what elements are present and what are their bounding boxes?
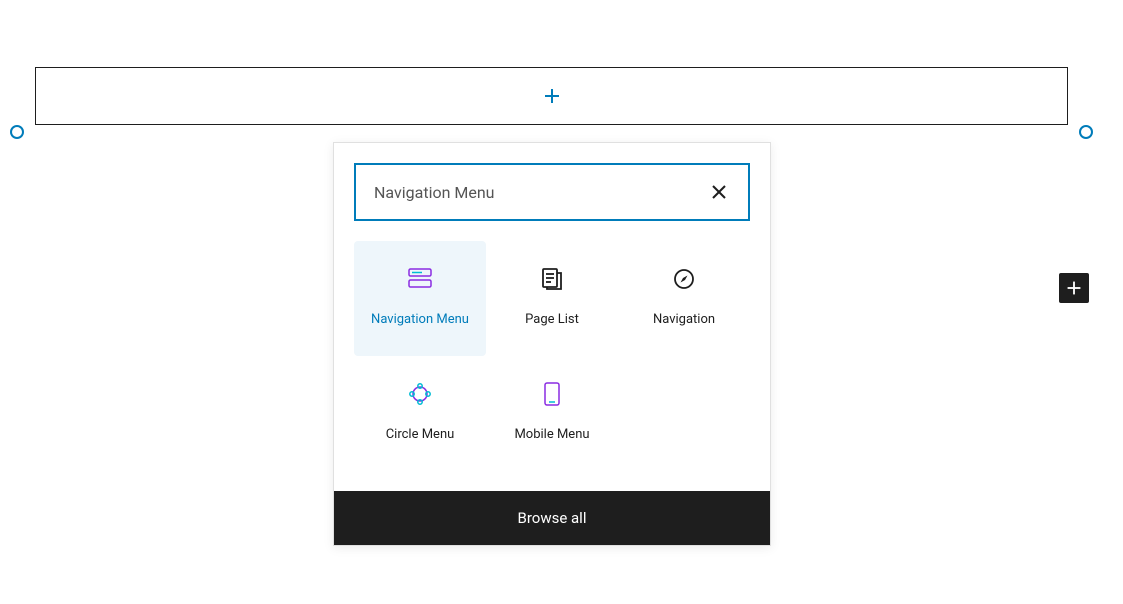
block-inserter-popover: Navigation Menu Page List bbox=[333, 142, 771, 546]
block-item-label: Circle Menu bbox=[386, 426, 455, 444]
nav-menu-icon bbox=[408, 267, 432, 291]
block-item-navigation[interactable]: Navigation bbox=[618, 241, 750, 356]
block-item-page-list[interactable]: Page List bbox=[486, 241, 618, 356]
search-box bbox=[354, 163, 750, 221]
block-item-label: Navigation Menu bbox=[371, 311, 469, 329]
clear-search-button[interactable] bbox=[704, 177, 734, 207]
block-item-navigation-menu[interactable]: Navigation Menu bbox=[354, 241, 486, 356]
browse-all-button[interactable]: Browse all bbox=[334, 491, 770, 545]
block-appender[interactable] bbox=[35, 67, 1068, 125]
compass-icon bbox=[672, 267, 696, 291]
block-item-mobile-menu[interactable]: Mobile Menu bbox=[486, 356, 618, 471]
mobile-menu-icon bbox=[540, 382, 564, 406]
block-item-label: Navigation bbox=[653, 311, 715, 329]
search-container bbox=[334, 143, 770, 221]
block-item-label: Page List bbox=[525, 311, 579, 329]
plus-icon bbox=[540, 84, 564, 108]
resize-handle-right[interactable] bbox=[1079, 125, 1093, 139]
circle-menu-icon bbox=[408, 382, 432, 406]
block-item-circle-menu[interactable]: Circle Menu bbox=[354, 356, 486, 471]
resize-handle-left[interactable] bbox=[10, 125, 24, 139]
page-list-icon bbox=[540, 267, 564, 291]
block-item-label: Mobile Menu bbox=[514, 426, 589, 444]
browse-all-label: Browse all bbox=[518, 509, 587, 527]
floating-add-button[interactable] bbox=[1059, 273, 1089, 303]
close-icon bbox=[711, 184, 727, 200]
block-results-grid: Navigation Menu Page List bbox=[334, 221, 770, 491]
search-input[interactable] bbox=[374, 183, 704, 202]
plus-icon bbox=[1063, 277, 1085, 299]
